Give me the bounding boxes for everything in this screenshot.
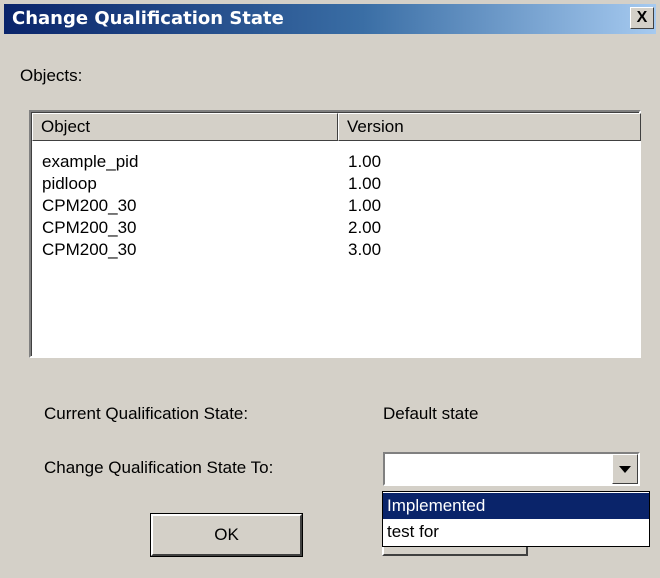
window-title: Change Qualification State [12,8,284,29]
chevron-down-icon [619,465,631,473]
version-cell: 1.00 [348,174,382,193]
close-button[interactable]: X [630,7,654,29]
change-qualification-dialog: Change Qualification State X Objects: Ob… [0,0,660,578]
current-state-label: Current Qualification State: [44,404,249,423]
object-cell: CPM200_30 [42,240,137,259]
object-cell: pidloop [42,174,97,193]
version-cell: 1.00 [348,196,382,215]
table-row[interactable]: CPM200_30 1.00 [32,195,639,217]
title-bar[interactable]: Change Qualification State X [4,4,656,34]
column-header-version[interactable]: Version [338,113,641,141]
ok-button[interactable]: OK [150,513,303,557]
table-row[interactable]: CPM200_30 3.00 [32,239,639,261]
object-cell: CPM200_30 [42,218,137,237]
table-row[interactable]: example_pid 1.00 [32,151,639,173]
current-state-value: Default state [383,404,479,423]
dropdown-button[interactable] [612,454,638,484]
version-cell: 2.00 [348,218,382,237]
dropdown-option[interactable]: Implemented [383,493,649,519]
table-row[interactable]: pidloop 1.00 [32,173,639,195]
change-state-label: Change Qualification State To: [44,458,274,477]
object-cell: CPM200_30 [42,196,137,215]
object-cell: example_pid [42,152,139,171]
state-dropdown-list[interactable]: Implemented test for [382,491,650,547]
table-row[interactable]: CPM200_30 2.00 [32,217,639,239]
ok-button-label: OK [214,525,239,544]
close-icon: X [636,9,648,26]
objects-label: Objects: [20,66,83,85]
dropdown-option[interactable]: test for [383,519,649,545]
column-header-object[interactable]: Object [32,113,338,141]
version-cell: 1.00 [348,152,382,171]
version-cell: 3.00 [348,240,382,259]
state-select[interactable] [383,452,640,486]
list-header: Object Version [32,113,641,141]
objects-list[interactable]: Object Version example_pid 1.00 pidloop … [29,110,641,358]
